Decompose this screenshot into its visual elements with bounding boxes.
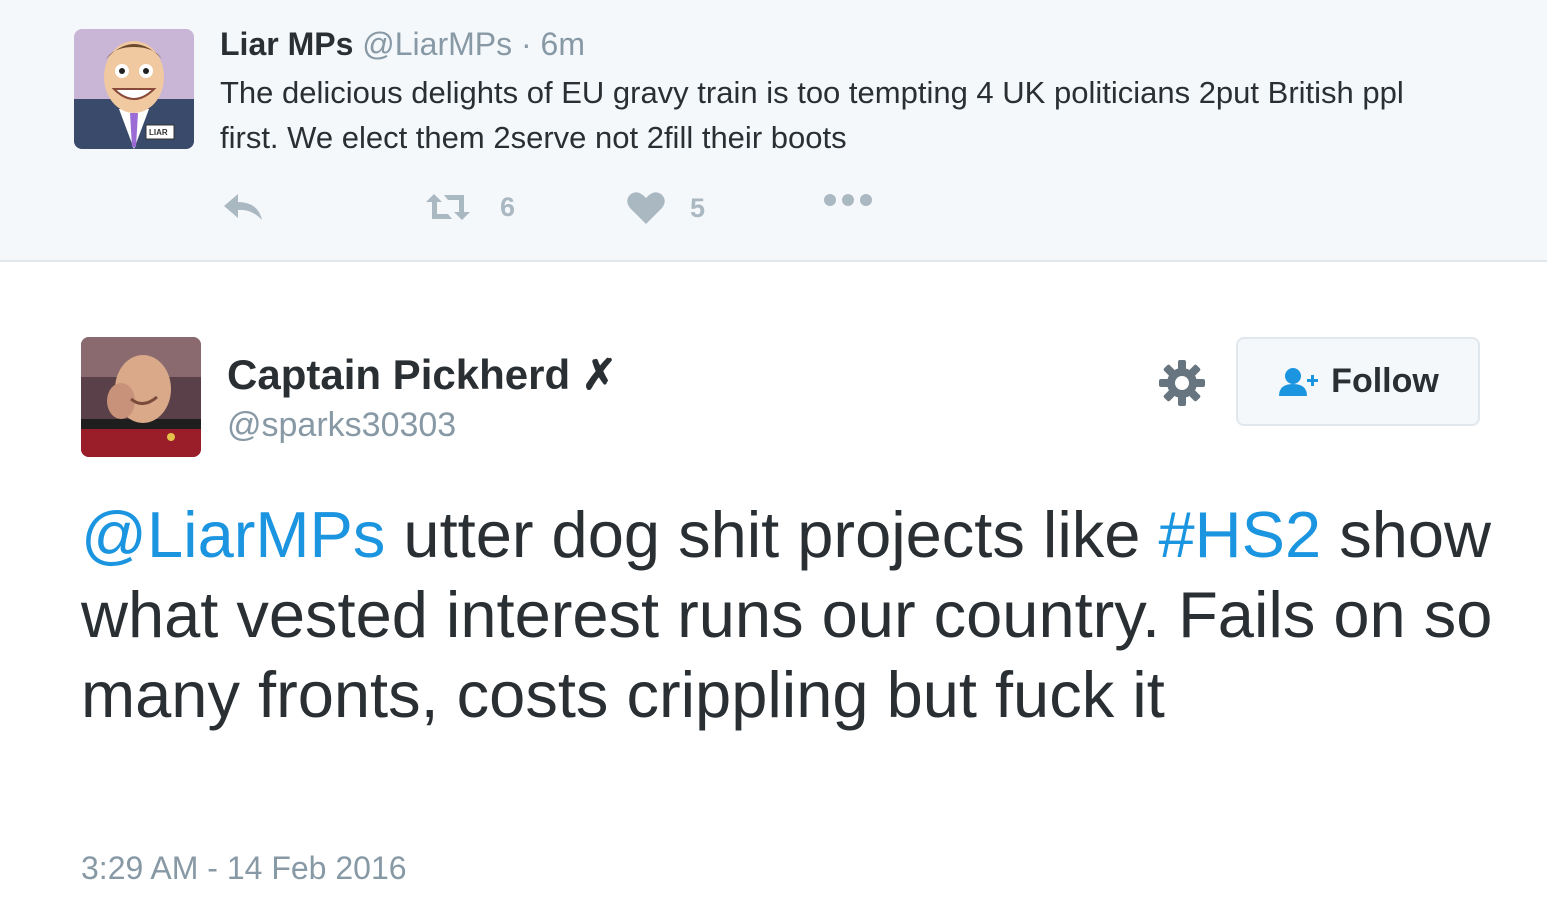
name-suffix: ✗ — [581, 351, 617, 398]
tweet-text-part: utter dog shit projects like — [385, 498, 1159, 571]
parent-tweet[interactable]: LIAR Liar MPs @LiarMPs · 6m The deliciou… — [0, 0, 1547, 262]
tweet-time[interactable]: 6m — [541, 26, 585, 62]
separator-dot: · — [521, 26, 532, 62]
tweet-timestamp[interactable]: 3:29 AM - 14 Feb 2016 — [81, 850, 407, 887]
retweet-button[interactable]: 6 — [422, 190, 515, 224]
user-handle[interactable]: @sparks30303 — [227, 406, 456, 445]
retweet-icon — [426, 194, 470, 220]
user-name[interactable]: Captain Pickherd ✗ — [227, 350, 617, 399]
follow-label: Follow — [1331, 362, 1439, 400]
avatar[interactable]: LIAR — [74, 29, 194, 149]
tweet-text: The delicious delights of EU gravy train… — [220, 75, 1404, 155]
follow-button[interactable]: Follow — [1236, 337, 1480, 426]
reply-button[interactable] — [220, 190, 266, 224]
like-button[interactable]: 5 — [626, 190, 705, 226]
gear-icon — [1159, 360, 1205, 406]
more-button[interactable] — [822, 190, 874, 210]
mention-link[interactable]: @LiarMPs — [81, 498, 385, 571]
hashtag-link[interactable]: #HS2 — [1159, 498, 1322, 571]
avatar[interactable] — [81, 337, 201, 457]
like-count: 5 — [690, 192, 706, 223]
user-name[interactable]: Liar MPs — [220, 26, 353, 62]
avatar-badge: LIAR — [149, 128, 168, 137]
user-handle[interactable]: @LiarMPs — [362, 26, 512, 62]
retweet-count: 6 — [500, 191, 516, 222]
add-user-icon — [1279, 367, 1319, 396]
tweet-text: @LiarMPs utter dog shit projects like #H… — [81, 495, 1501, 735]
settings-button[interactable] — [1157, 358, 1207, 408]
more-icon — [824, 194, 872, 206]
heart-icon — [627, 192, 665, 224]
reply-icon — [224, 194, 262, 220]
user-name-text: Captain Pickherd — [227, 351, 571, 398]
parent-tweet-header: Liar MPs @LiarMPs · 6m — [220, 26, 585, 63]
